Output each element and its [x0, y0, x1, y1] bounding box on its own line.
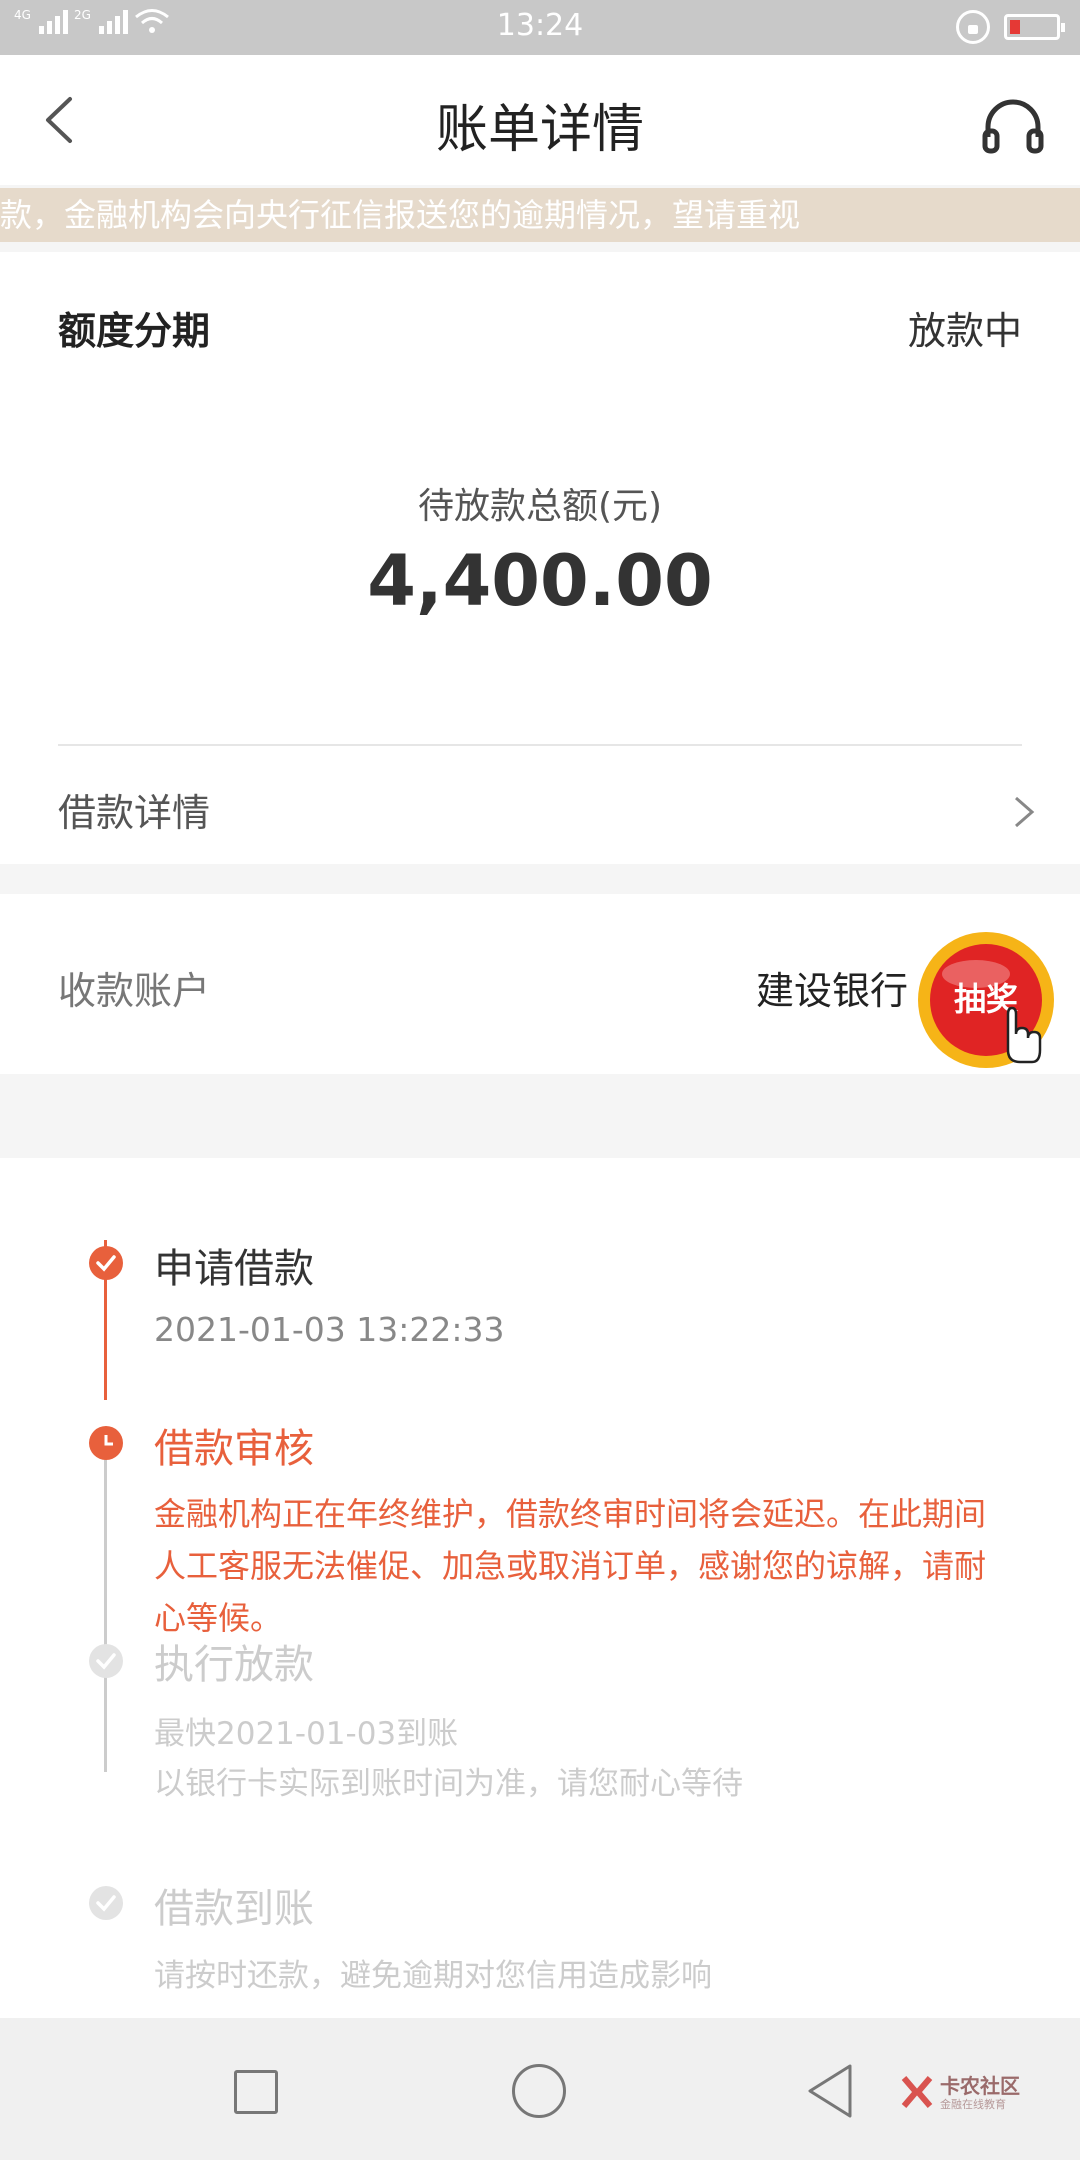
overdue-notice-banner: 款，金融机构会向央行征信报送您的逾期情况，望请重视 — [0, 188, 1080, 242]
loan-progress-timeline: 申请借款 2021-01-03 13:22:33 借款审核 金融机构正在年终维护… — [0, 1158, 1080, 2018]
rotation-lock-icon — [956, 10, 990, 44]
loan-detail-row[interactable]: 借款详情 — [58, 772, 1040, 852]
watermark-name: 卡农社区 — [940, 2074, 1020, 2098]
watermark-tagline: 金融在线教育 — [940, 2098, 1006, 2111]
app-header: 账单详情 — [0, 55, 1080, 185]
amount-value: 4,400.00 — [367, 540, 713, 622]
step-review-title: 借款审核 — [154, 1426, 314, 1472]
recent-apps-button[interactable] — [234, 2070, 278, 2114]
status-bar: 4G 2G 13:24 — [0, 0, 1080, 55]
knong-logo-icon — [901, 2076, 933, 2108]
step-arrive-note: 请按时还款，避免逾期对您信用造成影响 — [154, 1958, 712, 1994]
divider — [58, 744, 1022, 746]
step-disburse-note: 以银行卡实际到账时间为准，请您耐心等待 — [154, 1766, 743, 1802]
loan-detail-label: 借款详情 — [58, 791, 211, 835]
system-nav-bar: 卡农社区 金融在线教育 — [0, 2018, 1080, 2160]
step-arrive-title: 借款到账 — [154, 1886, 314, 1932]
page-title: 账单详情 — [435, 100, 644, 160]
check-icon — [89, 1246, 123, 1280]
pending-check-icon — [89, 1644, 123, 1678]
account-label: 收款账户 — [58, 969, 211, 1013]
status-right — [956, 10, 1065, 44]
loan-status: 放款中 — [907, 309, 1022, 353]
step-apply-time: 2021-01-03 13:22:33 — [154, 1310, 505, 1349]
nav-back-button[interactable] — [806, 2062, 854, 2120]
lottery-icon: 抽奖 — [918, 932, 1054, 1068]
pending-check-icon-2 — [89, 1886, 123, 1920]
loan-summary-card: 额度分期 放款中 待放款总额(元) 4,400.00 借款详情 — [0, 252, 1080, 864]
home-button[interactable] — [512, 2064, 566, 2118]
amount-label: 待放款总额(元) — [417, 486, 663, 527]
account-bank: 建设银行 — [755, 969, 908, 1013]
step-review-desc: 金融机构正在年终维护，借款终审时间将会延迟。在此期间人工客服无法催促、加急或取消… — [154, 1495, 987, 1637]
clock: 13:24 — [496, 8, 584, 43]
step-disburse-title: 执行放款 — [154, 1642, 314, 1688]
product-name: 额度分期 — [58, 309, 211, 353]
battery-icon — [1004, 14, 1065, 40]
headset-icon[interactable] — [982, 97, 1044, 155]
lottery-float-button[interactable]: 抽奖 — [916, 930, 1056, 1070]
watermark-logo: 卡农社区 金融在线教育 — [900, 2070, 1030, 2120]
step-disburse-eta: 最快2021-01-03到账 — [154, 1716, 459, 1752]
clock-icon — [89, 1426, 123, 1460]
step-apply-title: 申请借款 — [154, 1246, 314, 1292]
chevron-right-icon — [1015, 796, 1035, 828]
timeline-line-pending — [104, 1432, 107, 1772]
